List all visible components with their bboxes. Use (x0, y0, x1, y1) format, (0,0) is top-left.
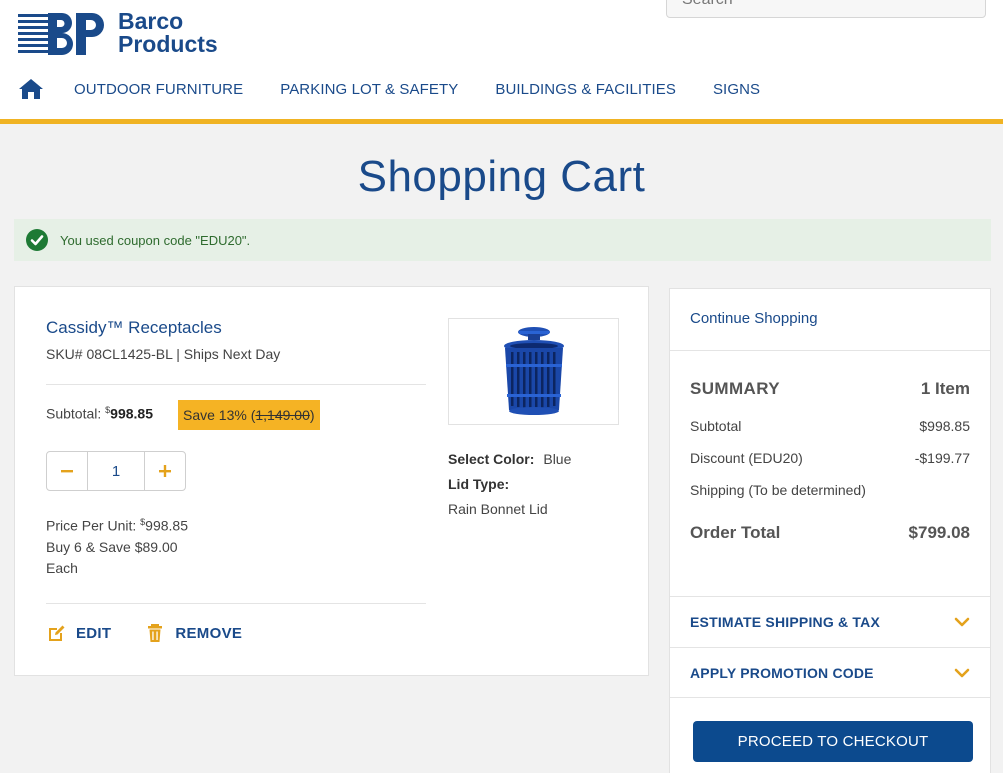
nav-signs[interactable]: SIGNS (713, 81, 760, 98)
continue-shopping-link[interactable]: Continue Shopping (690, 310, 818, 327)
estimate-shipping-label: ESTIMATE SHIPPING & TAX (690, 613, 880, 630)
chevron-down-icon (954, 617, 970, 626)
nav-outdoor-furniture[interactable]: OUTDOOR FURNITURE (74, 81, 243, 98)
item-divider-bottom (46, 603, 426, 604)
color-value: Blue (543, 451, 572, 467)
order-total-value: $799.08 (908, 523, 970, 542)
product-image[interactable] (448, 318, 619, 425)
bulk-discount-each: Each (46, 559, 78, 576)
bp-logo-mark (18, 13, 104, 55)
price-per-unit-label: Price Per Unit: (46, 517, 137, 534)
chevron-down-icon (954, 668, 970, 677)
item-actions: EDIT REMOVE (46, 623, 276, 643)
decrease-quantity-button[interactable] (47, 452, 87, 490)
summary-discount-value: -$199.77 (914, 450, 970, 466)
page-title: Shopping Cart (357, 152, 646, 201)
summary-row-shipping: Shipping (To be determined) (690, 482, 970, 498)
summary-row-subtotal: Subtotal $998.85 (690, 418, 970, 434)
logo-wordmark: Barco Products (118, 10, 218, 56)
coupon-message-text: You used coupon code "EDU20". (60, 232, 251, 248)
main-nav: OUTDOOR FURNITURE PARKING LOT & SAFETY B… (18, 72, 797, 106)
summary-divider-bottom (670, 697, 990, 698)
bulk-discount-line: Buy 6 & Save $89.00 (46, 538, 178, 555)
search-box (666, 0, 986, 18)
proceed-to-checkout-button[interactable]: PROCEED TO CHECKOUT (693, 721, 973, 762)
apply-promotion-code-toggle[interactable]: APPLY PROMOTION CODE (670, 647, 990, 697)
summary-discount-label: Discount (EDU20) (690, 450, 803, 466)
trash-receptacle-image (503, 326, 564, 415)
lid-type-label: Lid Type: (448, 476, 510, 492)
minus-icon (61, 470, 73, 473)
product-attributes: Select Color: Blue Lid Type: Rain Bonnet … (448, 447, 571, 522)
item-divider-top (46, 384, 426, 385)
edit-label: EDIT (76, 624, 112, 642)
remove-item-button[interactable]: REMOVE (145, 623, 242, 643)
summary-row-discount: Discount (EDU20) -$199.77 (690, 450, 970, 466)
product-name-link[interactable]: Cassidy™ Receptacles (46, 318, 222, 338)
save-original-price: 1,149.00 (255, 407, 310, 423)
site-header: Barco Products OUTDOOR FURNITURE PARKING… (0, 0, 1003, 124)
apply-promo-label: APPLY PROMOTION CODE (690, 664, 874, 681)
summary-item-count: 1 Item (920, 379, 970, 398)
edit-icon (49, 625, 65, 641)
search-input[interactable] (682, 0, 970, 9)
summary-divider (670, 350, 990, 351)
summary-subtotal-value: $998.85 (919, 418, 970, 434)
price-per-unit-value: 998.85 (145, 517, 188, 534)
summary-title: SUMMARY (690, 379, 780, 398)
trash-icon (148, 624, 163, 642)
check-circle-icon (26, 229, 48, 251)
subtotal-label: Subtotal: (46, 405, 102, 422)
increase-quantity-button[interactable] (145, 452, 185, 490)
logo-line1: Barco (118, 8, 184, 34)
order-total-label: Order Total (690, 523, 781, 542)
coupon-success-message: You used coupon code "EDU20". (14, 219, 991, 261)
quantity-stepper: 1 (46, 451, 186, 491)
nav-buildings-facilities[interactable]: BUILDINGS & FACILITIES (495, 81, 676, 98)
nav-parking-lot-safety[interactable]: PARKING LOT & SAFETY (280, 81, 458, 98)
save-close: ) (309, 407, 315, 423)
order-summary-panel: Continue Shopping SUMMARY 1 Item Subtota… (669, 288, 991, 773)
price-per-unit: Price Per Unit: $998.85 Buy 6 & Save $89… (46, 512, 188, 579)
home-icon[interactable] (18, 77, 44, 101)
edit-item-button[interactable]: EDIT (46, 623, 111, 643)
estimate-shipping-tax-toggle[interactable]: ESTIMATE SHIPPING & TAX (670, 596, 990, 646)
lid-type-value: Rain Bonnet Lid (448, 501, 548, 517)
barco-logo[interactable]: Barco Products (18, 10, 228, 60)
cart-item-panel: Cassidy™ Receptacles SKU# 08CL1425-BL | … (14, 286, 649, 676)
quantity-value[interactable]: 1 (87, 452, 145, 490)
save-badge: Save 13% (1,149.00) (178, 400, 320, 430)
save-label: Save 13% ( (183, 407, 256, 423)
subtotal-value: 998.85 (110, 405, 153, 422)
order-total-row: Order Total $799.08 (690, 523, 970, 543)
remove-label: REMOVE (175, 624, 243, 642)
color-label: Select Color: (448, 451, 535, 467)
summary-shipping-label: Shipping (To be determined) (690, 482, 866, 498)
summary-subtotal-label: Subtotal (690, 418, 742, 434)
logo-line2: Products (118, 31, 218, 57)
item-subtotal: Subtotal: $998.85 (46, 405, 153, 422)
product-sku: SKU# 08CL1425-BL | Ships Next Day (46, 346, 281, 362)
plus-icon (159, 465, 171, 477)
